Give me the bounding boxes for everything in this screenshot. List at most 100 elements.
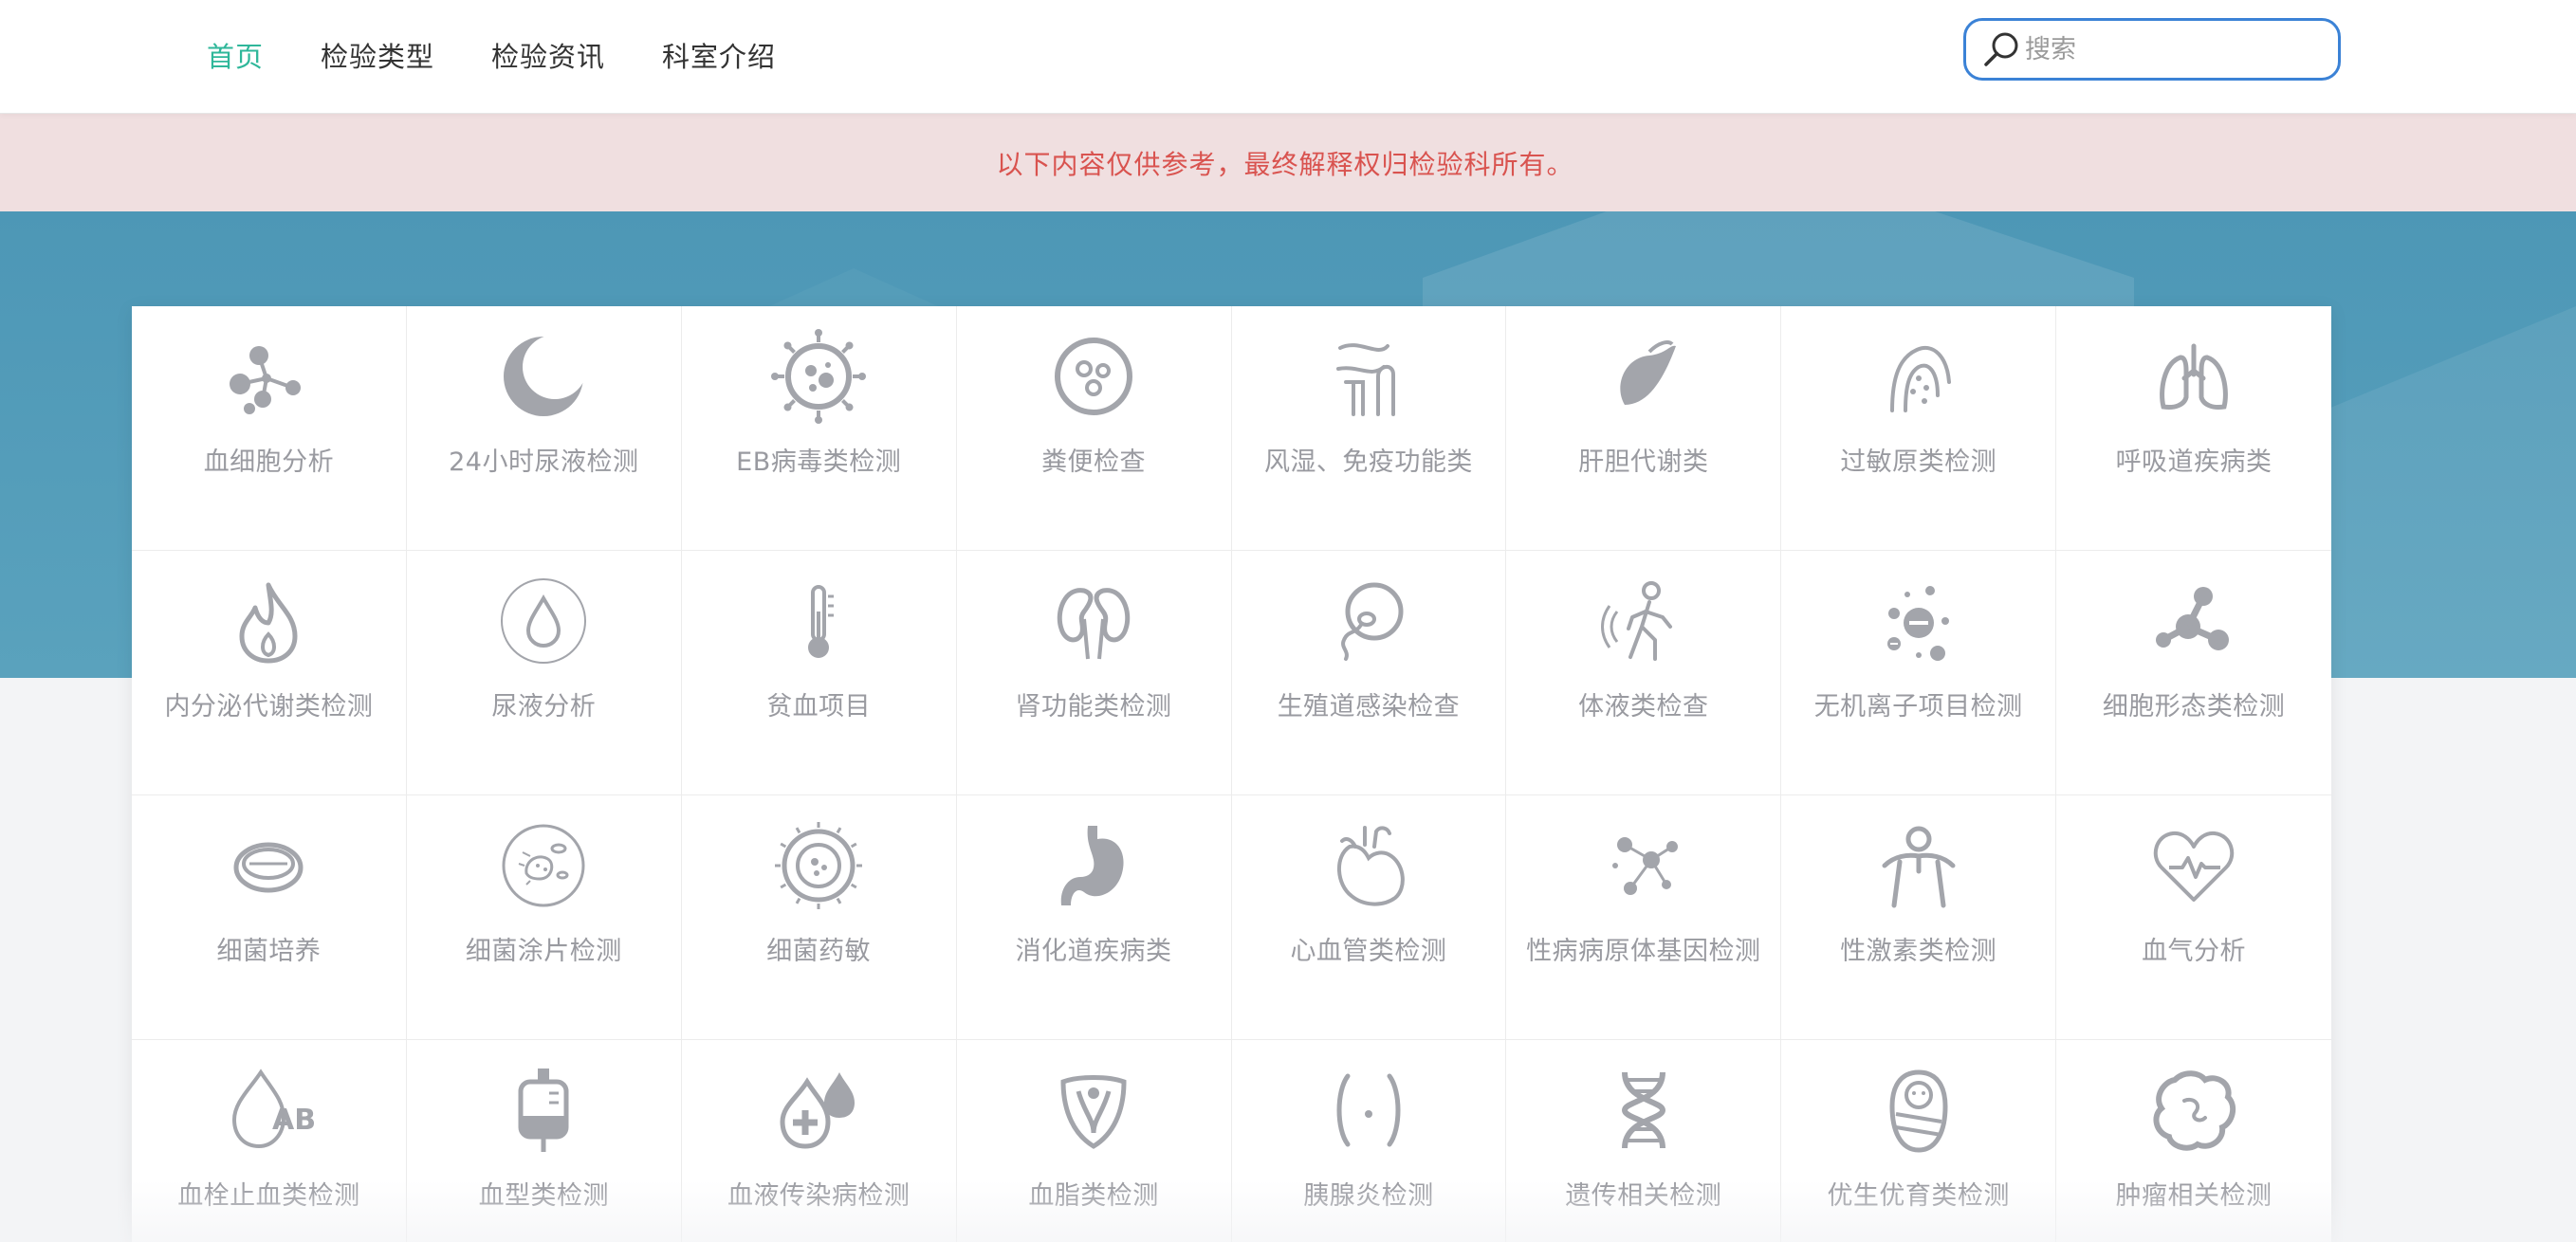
category-item[interactable]: 贫血项目 (681, 551, 957, 795)
bacteria-icon (496, 818, 591, 913)
heart-organ-icon (1321, 818, 1416, 913)
blood-bag-icon (496, 1063, 591, 1158)
category-label: 细菌药敏 (766, 937, 872, 966)
category-item[interactable]: 血液传染病检测 (682, 1040, 957, 1242)
category-item[interactable]: 风湿、免疫功能类 (1231, 306, 1507, 551)
category-item[interactable]: 尿液分析 (406, 551, 682, 795)
pelvis-icon (1046, 1063, 1141, 1158)
category-grid-panel: 血细胞分析 24小时尿液检测 EB病毒类检测 粪便检查 风湿、免疫功能类 肝胆代谢类 过敏原… (132, 306, 2331, 1242)
category-item[interactable]: 性病病原体基因检测 (1506, 795, 1782, 1040)
kidney-icon (1046, 574, 1141, 668)
category-item[interactable]: 血脂类检测 (957, 1040, 1232, 1242)
category-label: 血细胞分析 (203, 447, 335, 477)
molecule-icon (221, 329, 316, 424)
pancreas-icon (1321, 1063, 1416, 1158)
runner-icon (1596, 574, 1691, 668)
moon-icon (496, 329, 591, 424)
category-item[interactable]: 内分泌代谢类检测 (132, 551, 407, 795)
category-item[interactable]: 细菌培养 (132, 795, 407, 1040)
category-item[interactable]: 无机离子项目检测 (1781, 551, 2057, 795)
category-item[interactable]: 细胞形态类检测 (2056, 551, 2331, 795)
category-label: 无机离子项目检测 (1813, 692, 2023, 721)
category-item[interactable]: 心血管类检测 (1231, 795, 1507, 1040)
category-label: 血栓止血类检测 (177, 1181, 360, 1211)
category-label: 性病病原体基因检测 (1526, 937, 1761, 966)
stomach-icon (1046, 818, 1141, 913)
nav-item-test-news[interactable]: 检验资讯 (491, 0, 605, 114)
main-nav: 首页 检验类型 检验资讯 科室介绍 (207, 0, 833, 114)
category-item[interactable]: 性激素类检测 (1781, 795, 2057, 1040)
category-label: 细菌涂片检测 (465, 937, 622, 966)
category-label: 消化道疾病类 (1015, 937, 1172, 966)
search-input[interactable] (2025, 26, 2328, 73)
category-label: 生殖道感染检查 (1277, 692, 1461, 721)
category-label: 优生优育类检测 (1827, 1181, 2010, 1211)
category-item[interactable]: 体液类检查 (1506, 551, 1782, 795)
category-item[interactable]: 细菌涂片检测 (406, 795, 682, 1040)
disclaimer-text: 以下内容仅供参考，最终解释权归检验科所有。 (996, 148, 1574, 180)
category-item[interactable]: 血型类检测 (407, 1040, 682, 1242)
category-label: 粪便检查 (1041, 447, 1147, 477)
category-label: 内分泌代谢类检测 (164, 692, 374, 721)
category-label: 24小时尿液检测 (449, 447, 639, 477)
person-icon (1871, 818, 1966, 913)
category-label: 过敏原类检测 (1840, 447, 1997, 477)
category-item[interactable]: 肝胆代谢类 (1506, 306, 1782, 551)
heart-pulse-icon (2146, 818, 2241, 913)
category-label: 血型类检测 (478, 1181, 610, 1211)
category-item[interactable]: 生殖道感染检查 (1231, 551, 1507, 795)
category-label: 性激素类检测 (1840, 937, 1997, 966)
category-item[interactable]: 血细胞分析 (132, 306, 407, 551)
baby-icon (1871, 1063, 1966, 1158)
category-item[interactable]: EB病毒类检测 (681, 306, 957, 551)
category-item[interactable]: AB 血栓止血类检测 (132, 1040, 407, 1242)
disclaimer-notice: 以下内容仅供参考，最终解释权归检验科所有。 (0, 114, 2576, 211)
category-item[interactable]: 细菌药敏 (681, 795, 957, 1040)
category-item[interactable]: 优生优育类检测 (1781, 1040, 2057, 1242)
category-label: 体液类检查 (1578, 692, 1709, 721)
category-label: 肝胆代谢类 (1578, 447, 1709, 477)
network-icon (1596, 818, 1691, 913)
microscope-slide-icon (771, 818, 866, 913)
blood-cross-icon (771, 1063, 866, 1158)
blood-type-icon: AB (221, 1063, 317, 1158)
stool-icon (1046, 329, 1141, 424)
virus-icon (771, 329, 867, 424)
top-nav-bar: 首页 检验类型 检验资讯 科室介绍 (0, 0, 2576, 114)
svg-text:AB: AB (272, 1104, 316, 1137)
category-label: 肾功能类检测 (1015, 692, 1172, 721)
allergy-icon (1871, 329, 1966, 424)
category-label: 细菌培养 (216, 937, 322, 966)
category-item[interactable]: 胰腺炎检测 (1232, 1040, 1507, 1242)
category-label: 呼吸道疾病类 (2115, 447, 2272, 477)
category-item[interactable]: 消化道疾病类 (956, 795, 1232, 1040)
category-label: 尿液分析 (491, 692, 597, 721)
category-item[interactable]: 遗传相关检测 (1506, 1040, 1782, 1242)
category-item[interactable]: 肾功能类检测 (956, 551, 1232, 795)
category-item[interactable]: 过敏原类检测 (1781, 306, 2057, 551)
drop-icon (496, 574, 591, 668)
category-item[interactable]: 肿瘤相关检测 (2056, 1040, 2331, 1242)
category-label: 血气分析 (2142, 937, 2247, 966)
sperm-icon (1321, 574, 1416, 668)
category-label: 肿瘤相关检测 (2115, 1181, 2272, 1211)
category-label: 心血管类检测 (1290, 937, 1447, 966)
tumor-icon (2146, 1063, 2241, 1158)
category-label: 贫血项目 (766, 692, 872, 721)
category-item[interactable]: 粪便检查 (956, 306, 1232, 551)
search-icon[interactable] (1979, 27, 2023, 71)
nav-item-home[interactable]: 首页 (207, 0, 264, 114)
thermometer-icon (771, 574, 866, 668)
search-box[interactable] (1963, 18, 2341, 81)
lungs-icon (2146, 329, 2241, 424)
petri-dish-icon (221, 818, 316, 913)
joint-icon (1321, 329, 1416, 424)
category-item[interactable]: 呼吸道疾病类 (2056, 306, 2331, 551)
category-label: 遗传相关检测 (1565, 1181, 1722, 1211)
nav-item-test-types[interactable]: 检验类型 (321, 0, 434, 114)
dna-icon (1596, 1063, 1691, 1158)
nav-item-department[interactable]: 科室介绍 (662, 0, 776, 114)
category-item[interactable]: 血气分析 (2056, 795, 2331, 1040)
category-item[interactable]: 24小时尿液检测 (406, 306, 682, 551)
category-grid: 血细胞分析 24小时尿液检测 EB病毒类检测 粪便检查 风湿、免疫功能类 肝胆代谢类 过敏原… (132, 306, 2331, 1242)
